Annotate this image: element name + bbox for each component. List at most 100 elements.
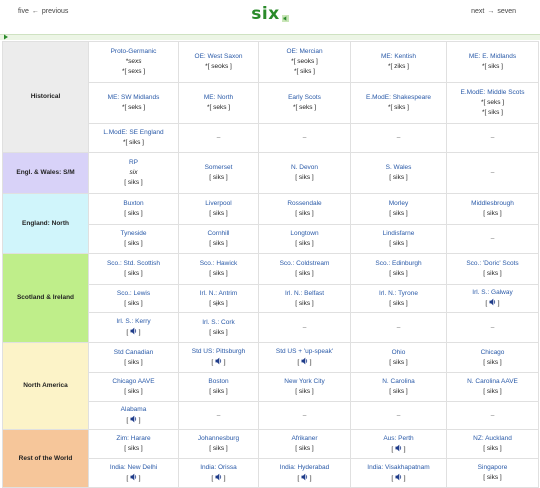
place-name[interactable]: India: Hyderabad <box>259 463 350 473</box>
place-name[interactable]: Std US + 'up-speak' <box>259 347 350 357</box>
place-name[interactable]: Irl. S.: Galway <box>447 288 538 298</box>
ipa-transcription: [ siks ] <box>389 388 408 395</box>
ipa-transcription: [ sɨ̞ks ] <box>209 299 228 307</box>
dialect-cell: – <box>446 312 539 343</box>
next-link[interactable]: next → seven <box>471 8 516 15</box>
place-name[interactable]: ME: SW Midlands <box>89 93 178 103</box>
place-name[interactable]: Cornhill <box>179 229 258 239</box>
place-name[interactable]: Sco.: Lewis <box>89 289 178 299</box>
place-name[interactable]: Singapore <box>447 463 538 473</box>
place-name[interactable]: India: Visakhapatnam <box>351 463 446 473</box>
audio-button[interactable]: [ ] <box>89 415 178 426</box>
audio-button[interactable]: [ ] <box>447 298 538 309</box>
place-name[interactable]: Std US: Pittsburgh <box>179 347 258 357</box>
place-name[interactable]: Chicago <box>447 348 538 358</box>
place-name[interactable]: OE: West Saxon <box>179 52 258 62</box>
place-name[interactable]: Irl. N.: Tyrone <box>351 289 446 299</box>
empty-cell-dash: – <box>216 411 221 419</box>
place-name[interactable]: OE: Mercian <box>259 47 350 57</box>
place-name[interactable]: Somerset <box>179 163 258 173</box>
dialect-cell: N. Carolina AAVE[ siks ] <box>446 372 539 402</box>
ipa-transcription: [ siks ] <box>295 388 314 395</box>
place-name[interactable]: Sco.: 'Doric' Scots <box>447 259 538 269</box>
place-name[interactable]: Proto-Germanic <box>89 47 178 57</box>
place-name[interactable]: Sco.: Coldstream <box>259 259 350 269</box>
empty-cell-dash: – <box>396 323 401 331</box>
place-name[interactable]: N. Carolina AAVE <box>447 377 538 387</box>
place-name[interactable]: Sco.: Edinburgh <box>351 259 446 269</box>
region-header: Historical <box>2 41 89 153</box>
dialect-cell: Rossendale[ siks ] <box>258 193 351 225</box>
place-name[interactable]: Irl. S.: Kerry <box>89 317 178 327</box>
audio-button[interactable]: [ ] <box>351 444 446 455</box>
speaker-icon <box>395 473 402 480</box>
dialect-cell: Proto-Germanic *sexs *[ sexs ] <box>88 41 179 83</box>
top-navigation-bar: five ← previous six next → seven <box>0 0 540 40</box>
place-name[interactable]: Liverpool <box>179 199 258 209</box>
place-name[interactable]: N. Devon <box>259 163 350 173</box>
dialect-cell: E.ModE: Middle Scots *[ seks ] *[ siks ] <box>446 82 539 124</box>
expand-marker-icon[interactable] <box>3 34 9 40</box>
place-name[interactable]: ME: North <box>179 93 258 103</box>
dialect-cell: Tyneside[ siks ] <box>88 224 179 254</box>
place-name[interactable]: Middlesbrough <box>447 199 538 209</box>
place-name[interactable]: India: New Delhi <box>89 463 178 473</box>
audio-button[interactable]: [ ] <box>179 357 258 368</box>
dialect-cell: Middlesbrough[ siks ] <box>446 193 539 225</box>
place-name[interactable]: N. Carolina <box>351 377 446 387</box>
place-name[interactable]: RP <box>89 158 178 168</box>
audio-button[interactable]: [ ] <box>89 327 178 338</box>
dialect-cell: Std US: Pittsburgh[ ] <box>178 342 259 373</box>
dialect-cell: – <box>350 312 447 343</box>
place-name[interactable]: Irl. S.: Cork <box>179 318 258 328</box>
ipa-transcription: *[ seoks ] <box>205 63 232 70</box>
speaker-icon <box>301 473 308 480</box>
place-name[interactable]: E.ModE: Middle Scots <box>447 88 538 98</box>
place-name[interactable]: India: Orissa <box>179 463 258 473</box>
place-name[interactable]: E.ModE: Shakespeare <box>351 93 446 103</box>
place-name[interactable]: Irl. N.: Antrim <box>179 289 258 299</box>
speaker-icon[interactable] <box>281 9 289 27</box>
place-name[interactable]: NZ: Auckland <box>447 434 538 444</box>
next-word: seven <box>497 8 516 15</box>
place-name[interactable]: Aus: Perth <box>351 434 446 444</box>
place-name[interactable]: Alabama <box>89 405 178 415</box>
place-name[interactable]: Sco.: Hawick <box>179 259 258 269</box>
place-name[interactable]: Zim: Harare <box>89 434 178 444</box>
dialect-cell: – <box>350 123 447 153</box>
dialect-cell: Alabama[ ] <box>88 401 179 430</box>
place-name[interactable]: S. Wales <box>351 163 446 173</box>
place-name[interactable]: Chicago AAVE <box>89 377 178 387</box>
empty-cell-dash: – <box>490 411 495 419</box>
place-name[interactable]: L.ModE: SE England <box>89 128 178 138</box>
place-name[interactable]: Afrikaner <box>259 434 350 444</box>
dialect-cell: – <box>178 401 259 430</box>
place-name[interactable]: Tyneside <box>89 229 178 239</box>
ipa-transcription: [ siks ] <box>209 445 228 452</box>
place-name[interactable]: Early Scots <box>259 93 350 103</box>
place-name[interactable]: Rossendale <box>259 199 350 209</box>
ipa-transcription: [ siks ] <box>124 179 143 186</box>
dialect-cell: Zim: Harare[ siks ] <box>88 429 179 459</box>
place-name[interactable]: Morley <box>351 199 446 209</box>
place-name[interactable]: Lindisfarne <box>351 229 446 239</box>
place-name[interactable]: Johannesburg <box>179 434 258 444</box>
place-name[interactable]: Ohio <box>351 348 446 358</box>
dialect-cell: Chicago AAVE[ siks ] <box>88 372 179 402</box>
audio-button[interactable]: [ ] <box>259 357 350 368</box>
place-name[interactable]: Longtown <box>259 229 350 239</box>
place-name[interactable]: New York City <box>259 377 350 387</box>
place-name[interactable]: Sco.: Std. Scottish <box>89 259 178 269</box>
place-name[interactable]: Buxton <box>89 199 178 209</box>
dialect-cell: Longtown[ siks ] <box>258 224 351 254</box>
place-name[interactable]: Std Canadian <box>89 348 178 358</box>
place-name[interactable]: Boston <box>179 377 258 387</box>
place-name[interactable]: Irl. N.: Belfast <box>259 289 350 299</box>
dialect-cell: ME: E. Midlands *[ siks ] <box>446 41 539 83</box>
ipa-transcription-alt: *[ siks ] <box>482 109 503 116</box>
ipa-transcription: [ siks ] <box>295 270 314 277</box>
dialect-cell: Irl. N.: Antrim[ sɨ̞ks ] <box>178 284 259 313</box>
place-name[interactable]: ME: E. Midlands <box>447 52 538 62</box>
place-name[interactable]: ME: Kentish <box>351 52 446 62</box>
dialect-cell: Sco.: Edinburgh[ siks ] <box>350 253 447 285</box>
